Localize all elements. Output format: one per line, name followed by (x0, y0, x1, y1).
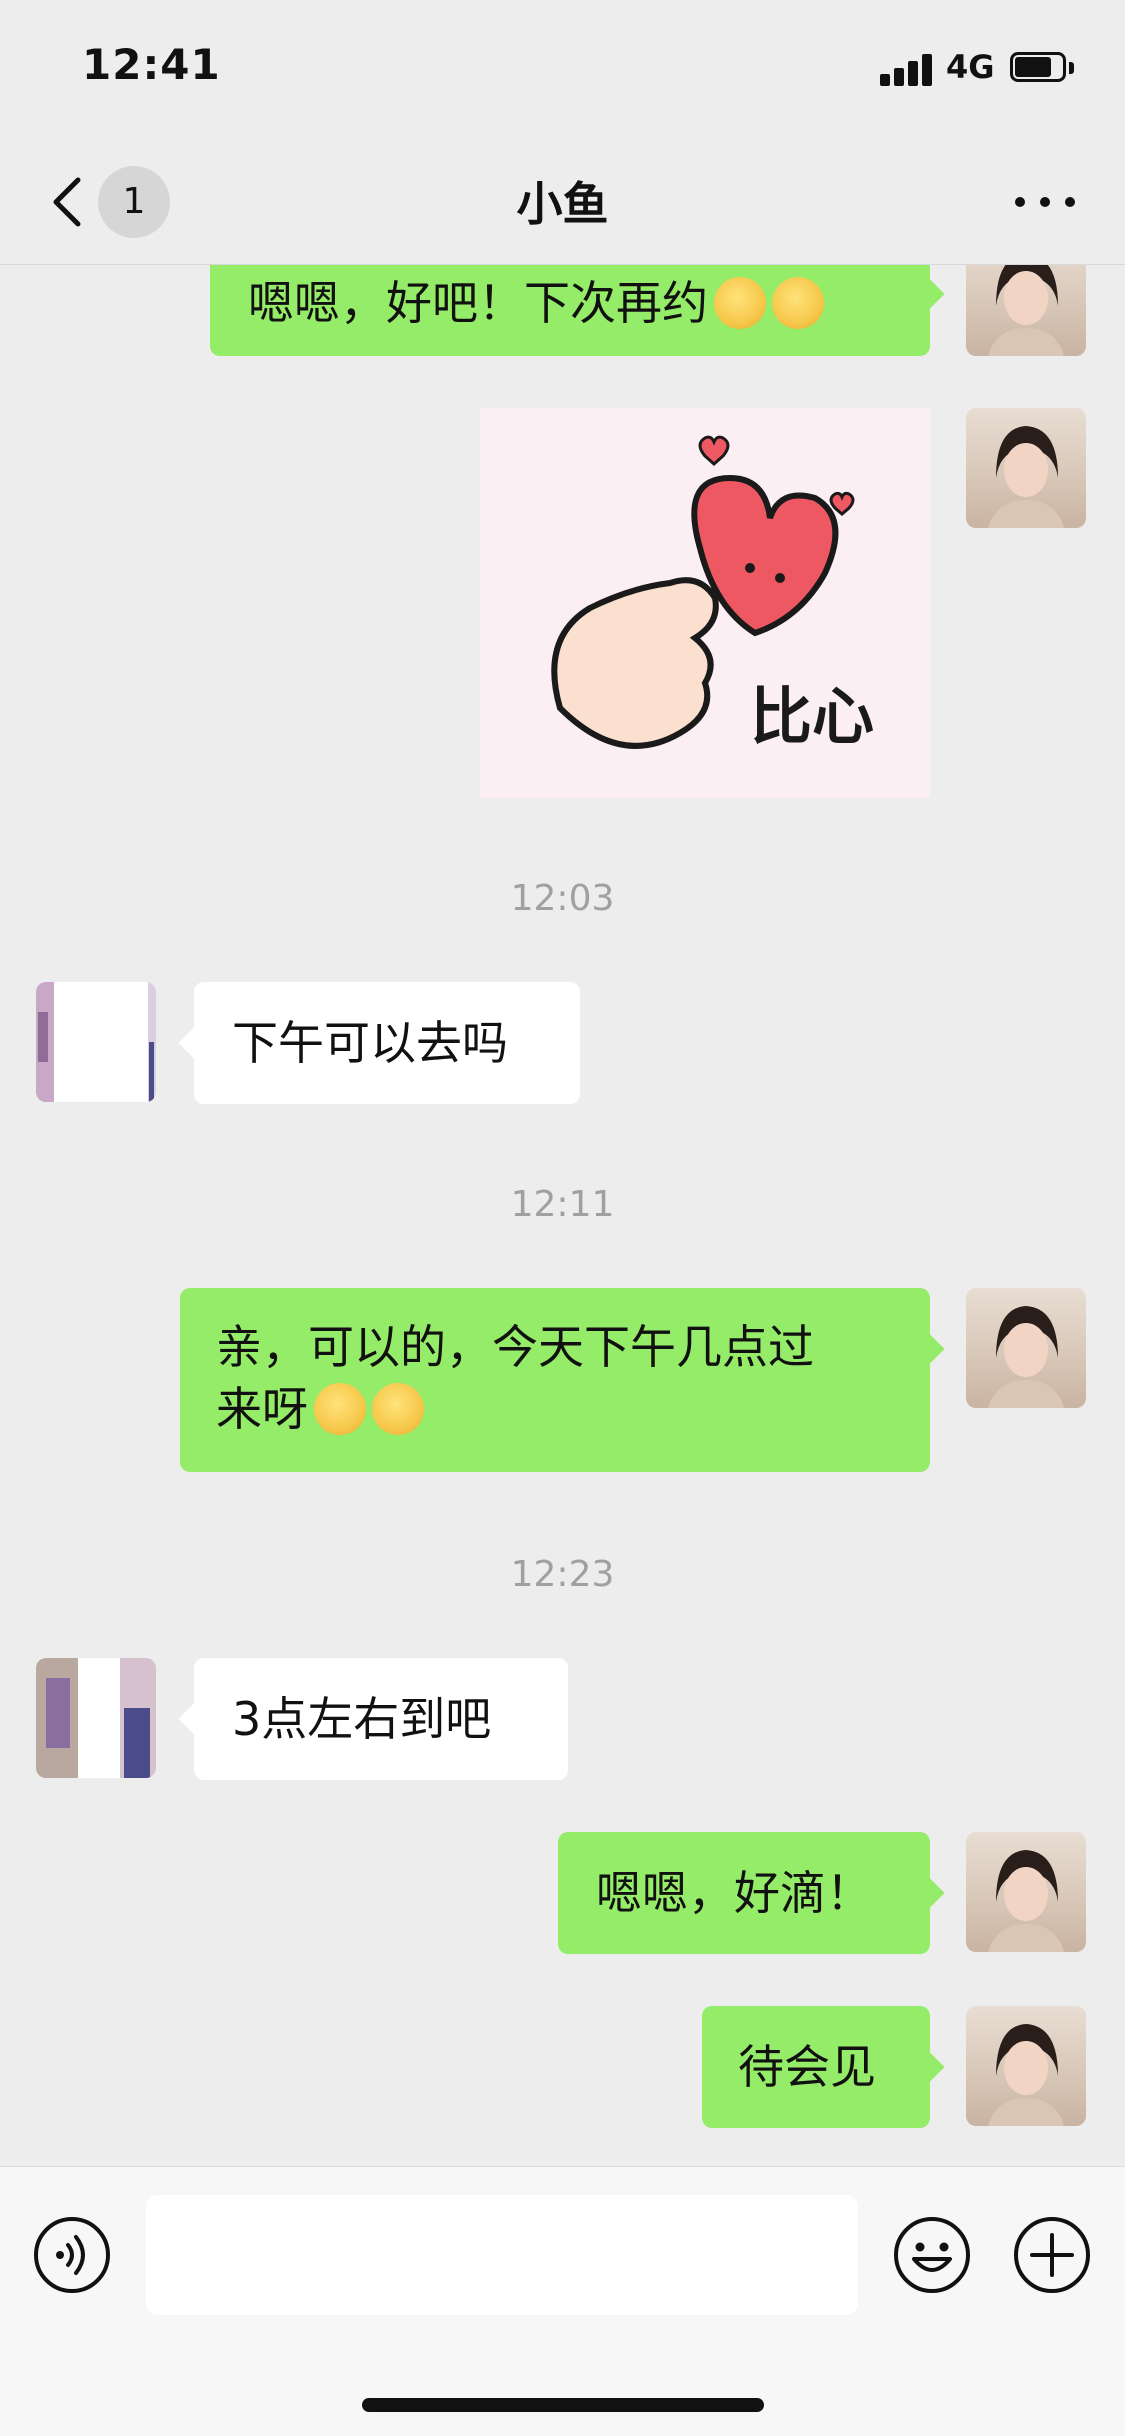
self-avatar[interactable] (966, 408, 1086, 528)
grin-emoji-icon (372, 1383, 424, 1435)
signal-icon (880, 52, 936, 86)
contact-avatar[interactable] (36, 1658, 156, 1778)
smile-emoji-icon (772, 277, 824, 329)
message-text: 嗯嗯，好滴！ (596, 1866, 872, 1920)
chat-screen: 12:41 4G 1 小鱼 嗯嗯，好吧！下次再约 比心 12:03 下午可以去吗… (0, 0, 1125, 2436)
self-avatar[interactable] (966, 1832, 1086, 1952)
message-bubble-outgoing[interactable]: 嗯嗯，好吧！下次再约 (210, 264, 930, 356)
message-text: 3点左右到吧 (232, 1692, 492, 1746)
message-input[interactable] (146, 2195, 858, 2315)
plus-icon[interactable] (1012, 2215, 1092, 2295)
timestamp: 12:11 (510, 1184, 615, 1225)
status-time: 12:41 (82, 40, 221, 89)
message-text-line: 来呀 (216, 1382, 308, 1436)
grin-emoji-icon (314, 1383, 366, 1435)
message-bubble-incoming[interactable]: 3点左右到吧 (194, 1658, 568, 1780)
timestamp: 12:23 (510, 1554, 615, 1595)
input-bar (0, 2166, 1125, 2436)
self-avatar[interactable] (966, 1288, 1086, 1408)
home-indicator[interactable] (362, 2398, 764, 2412)
message-bubble-outgoing[interactable]: 嗯嗯，好滴！ (558, 1832, 930, 1954)
network-type: 4G (946, 48, 995, 86)
status-bar: 12:41 4G (0, 0, 1125, 140)
message-bubble-incoming[interactable]: 下午可以去吗 (194, 982, 580, 1104)
self-avatar[interactable] (966, 264, 1086, 356)
voice-icon[interactable] (32, 2215, 112, 2295)
message-bubble-outgoing[interactable]: 待会见 (702, 2006, 930, 2128)
heart-sticker[interactable]: 比心 (480, 408, 930, 798)
chat-title: 小鱼 (516, 177, 609, 231)
message-text: 下午可以去吗 (232, 1016, 508, 1070)
more-icon[interactable] (1010, 190, 1080, 214)
timestamp: 12:03 (510, 878, 615, 919)
message-text-line: 亲，可以的，今天下午几点过 (216, 1320, 814, 1374)
message-text: 嗯嗯，好吧！下次再约 (248, 276, 708, 330)
message-bubble-outgoing[interactable]: 亲，可以的，今天下午几点过 来呀 (180, 1288, 930, 1472)
nav-bar: 1 小鱼 (0, 140, 1125, 265)
sticker-caption: 比心 (750, 680, 874, 753)
contact-avatar[interactable] (36, 982, 156, 1102)
emoji-icon[interactable] (892, 2215, 972, 2295)
self-avatar[interactable] (966, 2006, 1086, 2126)
smile-emoji-icon (714, 277, 766, 329)
battery-icon (1010, 52, 1074, 84)
message-text: 待会见 (738, 2040, 876, 2094)
message-list[interactable]: 嗯嗯，好吧！下次再约 比心 12:03 下午可以去吗 12:11 亲，可以的，今… (0, 264, 1125, 2164)
